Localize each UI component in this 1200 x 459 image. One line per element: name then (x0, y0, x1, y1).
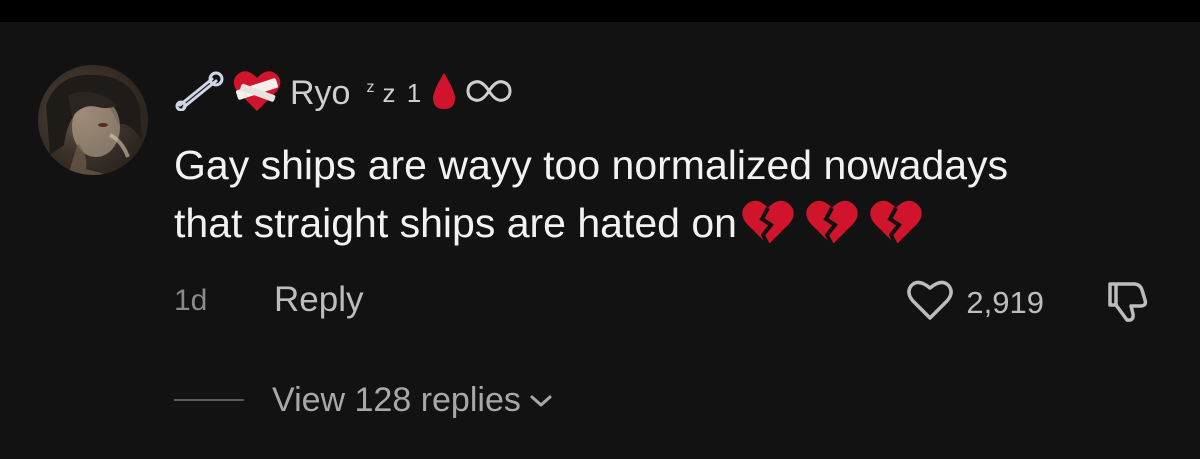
infinity-icon (465, 76, 513, 111)
broken-heart-icon (869, 199, 923, 262)
drop-of-blood-icon (429, 71, 459, 116)
view-replies-button[interactable]: View 128 replies (174, 378, 553, 422)
username-suffix-main: z 1 (382, 78, 424, 108)
mending-heart-icon (232, 69, 282, 118)
comment-text-line-1: Gay ships are wayy too normalized nowada… (174, 142, 1009, 188)
thumbs-down-icon[interactable] (1102, 278, 1150, 324)
replies-divider (174, 399, 244, 401)
like-count: 2,919 (966, 284, 1044, 320)
comment-header: Ryo z z 1 (174, 64, 513, 122)
broken-heart-icon (741, 199, 795, 262)
chevron-down-icon[interactable] (529, 393, 553, 414)
comment-body: Gay ships are wayy too normalized nowada… (174, 136, 1174, 262)
username[interactable]: Ryo (290, 76, 350, 110)
emoji-group (741, 199, 923, 262)
view-replies-label[interactable]: View 128 replies (272, 381, 521, 420)
timestamp: 1d (174, 284, 208, 317)
username-suffix: z z 1 (366, 80, 423, 106)
heart-outline-icon[interactable] (906, 278, 954, 327)
username-suffix-small: z (366, 79, 377, 97)
top-bar (0, 0, 1200, 22)
dislike-button[interactable] (1102, 278, 1150, 329)
comment-actions: 1d Reply 2,919 (174, 276, 1164, 326)
safety-pin-icon (174, 71, 226, 116)
avatar-image (46, 74, 142, 175)
avatar[interactable] (38, 65, 148, 175)
comment-text-line-2: that straight ships are hated on (174, 200, 737, 246)
reply-button[interactable]: Reply (274, 280, 363, 320)
like-button[interactable]: 2,919 (906, 278, 1044, 327)
comment-text-line-2-wrapper: that straight ships are hated on (174, 194, 1174, 262)
broken-heart-icon (805, 199, 859, 262)
